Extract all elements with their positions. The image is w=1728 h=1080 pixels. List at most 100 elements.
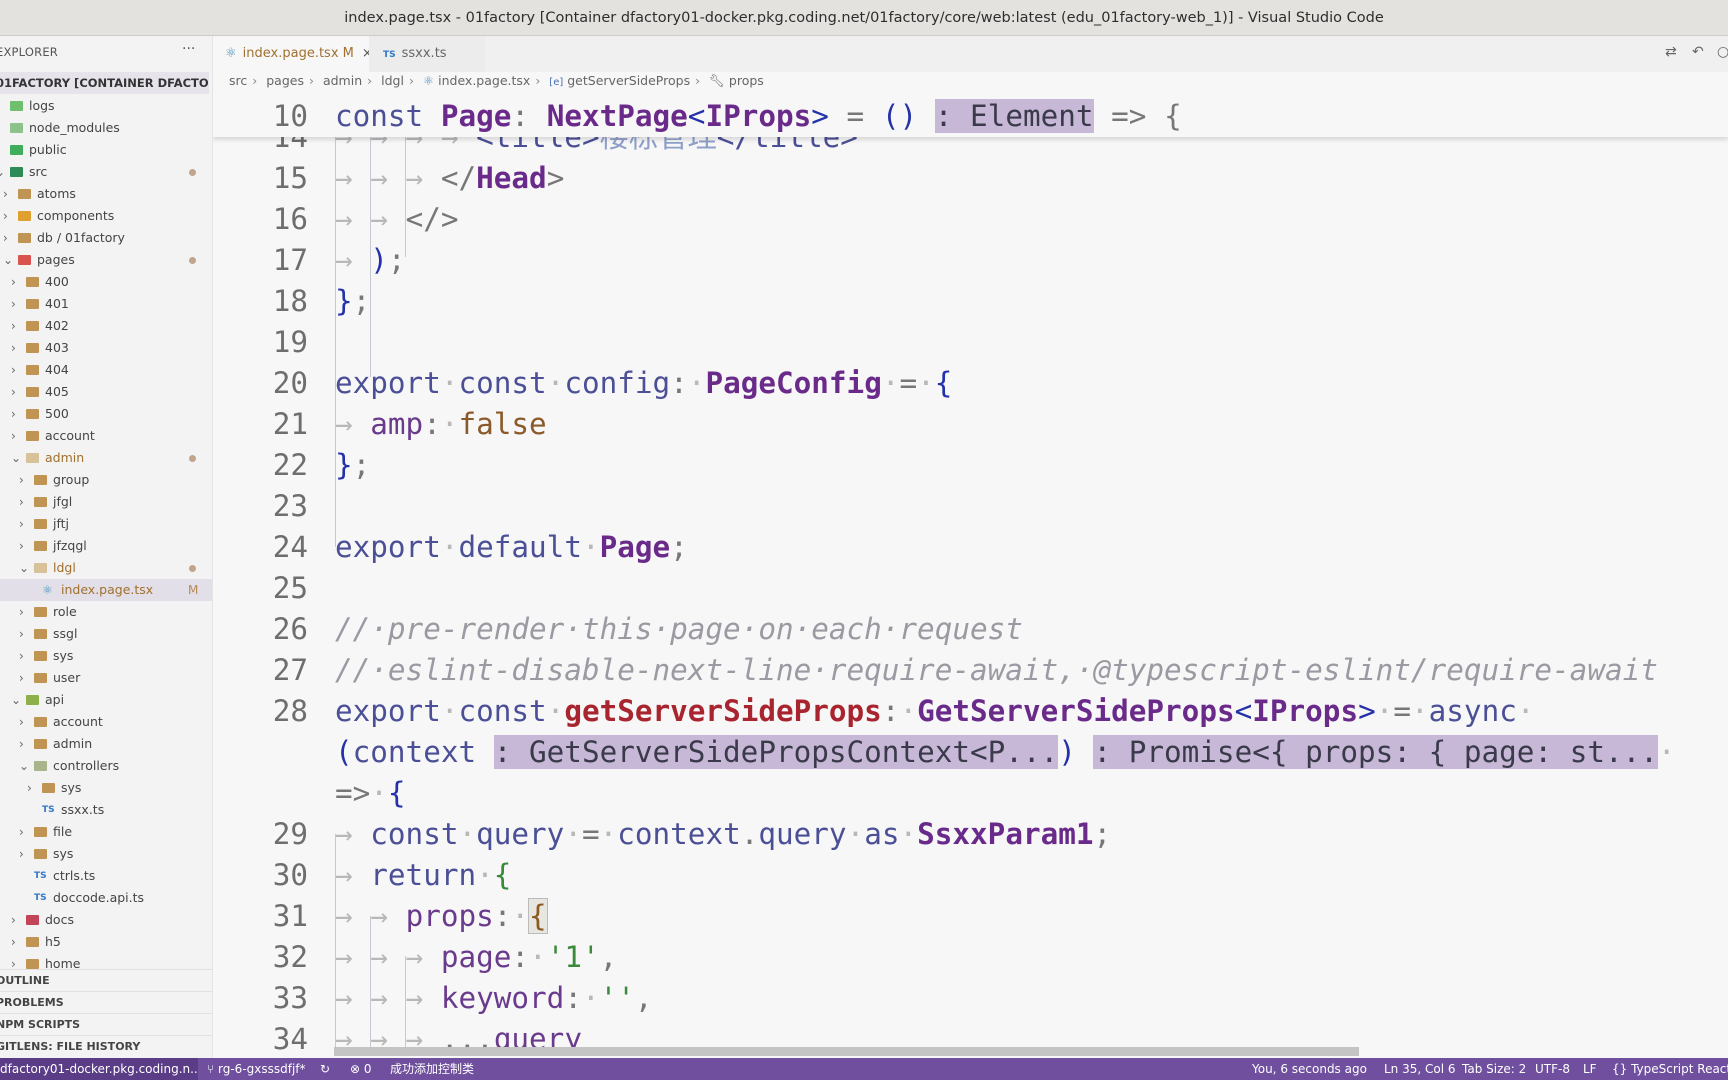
chevron-right-icon[interactable]: › <box>19 601 24 623</box>
tree-item-src[interactable]: ⌄ src <box>0 161 212 183</box>
tree-item-node-modules[interactable]: node_modules <box>0 117 212 139</box>
code-line[interactable]: 18}; <box>213 281 1728 322</box>
chevron-right-icon[interactable]: › <box>19 711 24 733</box>
git-blame[interactable]: You, 6 seconds ago <box>1252 1058 1367 1080</box>
breadcrumb-symbol[interactable]: getServerSideProps <box>567 73 690 88</box>
chevron-right-icon[interactable]: › <box>11 909 16 931</box>
tree-item-logs[interactable]: logs <box>0 95 212 117</box>
tree-item-db-01factory[interactable]: › db / 01factory <box>0 227 212 249</box>
chevron-right-icon[interactable]: › <box>19 469 24 491</box>
chevron-right-icon[interactable]: › <box>11 403 16 425</box>
chevron-right-icon[interactable]: › <box>19 821 24 843</box>
tree-item-group[interactable]: › group <box>0 469 212 491</box>
tree-item-api[interactable]: ⌄ api <box>0 689 212 711</box>
code-line[interactable]: 21 → amp:·false <box>213 404 1728 445</box>
code-line[interactable]: 29 → const·query·=·context.query·as·SsxxP… <box>213 814 1728 855</box>
code-line[interactable]: 31 → → props:·{ <box>213 896 1728 937</box>
code-line[interactable]: 25 <box>213 568 1728 609</box>
tree-item-jftj[interactable]: › jftj <box>0 513 212 535</box>
breadcrumb-file[interactable]: index.page.tsx <box>438 73 530 88</box>
code-line[interactable]: 22}; <box>213 445 1728 486</box>
code-line[interactable]: 27 //·eslint-disable-next-line·require-aw… <box>213 650 1728 691</box>
tree-item-file[interactable]: › file <box>0 821 212 843</box>
breadcrumb-src[interactable]: src <box>229 73 247 88</box>
chevron-right-icon[interactable]: › <box>11 381 16 403</box>
tree-item-404[interactable]: › 404 <box>0 359 212 381</box>
chevron-down-icon[interactable]: ⌄ <box>11 447 21 469</box>
tree-item-sys[interactable]: › sys <box>0 645 212 667</box>
tree-item-500[interactable]: › 500 <box>0 403 212 425</box>
sync-icon[interactable]: ↻ <box>320 1058 330 1080</box>
chevron-right-icon[interactable]: › <box>3 205 8 227</box>
tab-ssxx-ts[interactable]: TS ssxx.ts <box>369 36 485 72</box>
tree-item-402[interactable]: › 402 <box>0 315 212 337</box>
code-line[interactable]: 33 → → → keyword:·'', <box>213 978 1728 1019</box>
code-line[interactable]: 28 export·const·getServerSideProps:·GetSe… <box>213 691 1728 732</box>
tree-item-account[interactable]: › account <box>0 711 212 733</box>
chevron-right-icon[interactable]: › <box>11 271 16 293</box>
tree-item-role[interactable]: › role <box>0 601 212 623</box>
tree-item-components[interactable]: › components <box>0 205 212 227</box>
tree-item-admin[interactable]: › admin <box>0 733 212 755</box>
chevron-right-icon[interactable]: › <box>3 183 8 205</box>
section-gitlens-file-history[interactable]: GITLENS: FILE HISTORY <box>0 1035 212 1057</box>
chevron-down-icon[interactable]: ⌄ <box>19 557 29 579</box>
tree-item-ctrls-ts[interactable]: TS ctrls.ts <box>0 865 212 887</box>
chevron-down-icon[interactable]: ⌄ <box>19 755 29 777</box>
breadcrumb-property[interactable]: props <box>729 73 764 88</box>
tree-item-pages[interactable]: ⌄ pages <box>0 249 212 271</box>
chevron-right-icon[interactable]: › <box>11 425 16 447</box>
project-root[interactable]: 01FACTORY [CONTAINER DFACTORY01-... <box>0 72 209 94</box>
tab-size[interactable]: Tab Size: 2 <box>1462 1058 1526 1080</box>
chevron-right-icon[interactable]: › <box>11 359 16 381</box>
tree-item-h5[interactable]: › h5 <box>0 931 212 953</box>
go-back-icon[interactable]: ↶ <box>1692 44 1704 60</box>
more-actions-icon[interactable]: ··· <box>182 41 195 57</box>
tree-item-401[interactable]: › 401 <box>0 293 212 315</box>
code-line[interactable]: 19 <box>213 322 1728 363</box>
tree-item-jfgl[interactable]: › jfgl <box>0 491 212 513</box>
chevron-right-icon[interactable]: › <box>19 623 24 645</box>
code-line[interactable]: 24 export·default·Page; <box>213 527 1728 568</box>
tree-item-public[interactable]: public <box>0 139 212 161</box>
chevron-right-icon[interactable]: › <box>11 315 16 337</box>
remote-indicator[interactable]: dfactory01-docker.pkg.coding.n... <box>0 1058 198 1080</box>
chevron-right-icon[interactable]: › <box>19 843 24 865</box>
horizontal-scrollbar[interactable] <box>334 1047 1359 1056</box>
tree-item-account[interactable]: › account <box>0 425 212 447</box>
section-npm-scripts[interactable]: NPM SCRIPTS <box>0 1013 212 1035</box>
cursor-position[interactable]: Ln 35, Col 6 <box>1384 1058 1456 1080</box>
chevron-right-icon[interactable]: › <box>19 491 24 513</box>
section-outline[interactable]: OUTLINE <box>0 969 212 991</box>
tree-item-sys[interactable]: › sys <box>0 843 212 865</box>
code-line[interactable]: 30 → return·{ <box>213 855 1728 896</box>
tree-item-doccode-api-ts[interactable]: TS doccode.api.ts <box>0 887 212 909</box>
tree-item-atoms[interactable]: › atoms <box>0 183 212 205</box>
code-line[interactable]: 17 → ); <box>213 240 1728 281</box>
breadcrumb-pages[interactable]: pages <box>266 73 304 88</box>
section-problems[interactable]: PROBLEMS <box>0 991 212 1013</box>
code-line[interactable]: (context : GetServerSidePropsContext<P..… <box>213 732 1728 773</box>
chevron-right-icon[interactable]: › <box>27 777 32 799</box>
tree-item-400[interactable]: › 400 <box>0 271 212 293</box>
tree-item-sys[interactable]: › sys <box>0 777 212 799</box>
chevron-right-icon[interactable]: › <box>11 931 16 953</box>
sticky-scroll-line[interactable]: 10 const Page: NextPage<IProps> = () : El… <box>213 96 1728 137</box>
code-line[interactable]: 26 //·pre-render·this·page·on·each·reques… <box>213 609 1728 650</box>
chevron-right-icon[interactable]: › <box>19 645 24 667</box>
tree-item-ldgl[interactable]: ⌄ ldgl <box>0 557 212 579</box>
code-line[interactable]: 15 → → → </Head> <box>213 158 1728 199</box>
tree-item-403[interactable]: › 403 <box>0 337 212 359</box>
tree-item-jfzqgl[interactable]: › jfzqgl <box>0 535 212 557</box>
end-of-line[interactable]: LF <box>1583 1058 1597 1080</box>
chevron-right-icon[interactable]: › <box>19 535 24 557</box>
chevron-down-icon[interactable]: ⌄ <box>0 161 5 183</box>
tree-item-docs[interactable]: › docs <box>0 909 212 931</box>
tree-item-405[interactable]: › 405 <box>0 381 212 403</box>
code-editor[interactable]: 10 const Page: NextPage<IProps> = () : El… <box>213 96 1728 1058</box>
tree-item-index-page-tsx[interactable]: ⚛ index.page.tsx M <box>0 579 212 601</box>
code-line[interactable]: 23 <box>213 486 1728 527</box>
chevron-down-icon[interactable]: ⌄ <box>11 689 21 711</box>
language-mode[interactable]: {} TypeScript React <box>1612 1058 1728 1080</box>
code-line[interactable]: =>·{ <box>213 773 1728 814</box>
